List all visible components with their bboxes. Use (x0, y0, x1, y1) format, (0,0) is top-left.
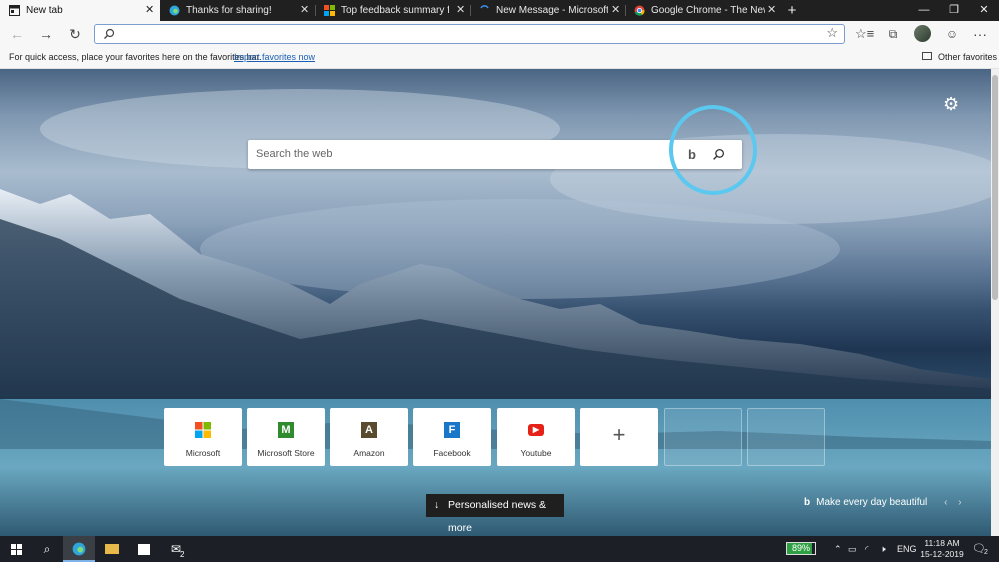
refresh-icon[interactable]: ↻ (66, 25, 84, 43)
close-tab-icon[interactable]: ✕ (611, 0, 620, 21)
tagline-text: Make every day beautiful (816, 497, 928, 508)
back-icon[interactable]: ← (8, 25, 26, 43)
loading-spinner-icon (480, 5, 489, 9)
previous-image-icon[interactable]: ‹ (944, 497, 947, 508)
mail-badge: 2 (180, 550, 185, 559)
quick-link-label: Microsoft Store (257, 448, 315, 458)
chrome-icon (634, 5, 645, 16)
add-quick-link-button[interactable]: + (580, 408, 658, 466)
more-menu-icon[interactable]: ··· (971, 25, 989, 43)
microsoft-logo-icon (195, 422, 211, 438)
quick-link-facebook[interactable]: F Facebook (413, 408, 491, 466)
collections-icon[interactable]: ⧉ (884, 25, 902, 43)
quick-link-amazon[interactable]: A Amazon (330, 408, 408, 466)
favorites-bar-message: For quick access, place your favorites h… (9, 52, 262, 62)
taskbar-edge-button[interactable] (63, 536, 95, 562)
start-button[interactable] (0, 536, 32, 562)
quick-link-label: Facebook (433, 448, 471, 458)
favorites-icon[interactable]: ☆≡ (855, 25, 874, 43)
tab-title: Google Chrome - The New Chro (651, 5, 765, 16)
clock[interactable]: 11:18 AM 15-12-2019 (920, 538, 964, 560)
store-bag-icon (138, 544, 150, 555)
windows-logo-icon (10, 544, 22, 555)
navigation-bar: ← → ↻ ☆ ☆≡ ⧉ ☺ ··· (0, 21, 999, 47)
clock-date: 15-12-2019 (920, 549, 964, 559)
tab-new-tab[interactable]: New tab ✕ (0, 0, 160, 21)
favorites-bar: For quick access, place your favorites h… (0, 47, 999, 69)
new-tab-button[interactable]: + (777, 0, 807, 21)
close-window-icon[interactable]: ✕ (969, 0, 999, 21)
restore-icon[interactable]: ❐ (939, 0, 969, 21)
microsoft-store-icon: M (278, 422, 294, 438)
forward-icon[interactable]: → (37, 25, 55, 43)
close-tab-icon[interactable]: ✕ (300, 0, 309, 21)
taskbar-store-button[interactable] (128, 536, 160, 562)
volume-muted-icon[interactable]: 🕨 (880, 536, 886, 562)
network-icon[interactable]: ◜ (865, 536, 869, 562)
search-icon (104, 28, 115, 39)
scrollbar-thumb[interactable] (992, 75, 998, 300)
background-image: ⚙ Search the web b Microsoft M Microsoft… (0, 69, 991, 536)
add-favorite-star-icon[interactable]: ☆ (826, 25, 838, 41)
tab-title: New tab (26, 5, 63, 16)
feedback-icon[interactable]: ☺ (943, 25, 961, 43)
bing-logo-icon: b (804, 497, 811, 508)
windows-taskbar: ⌕ ✉ 2 89% ⌃ ▭ ◜ 🕨 ENG 11:18 AM 15-12-201… (0, 536, 999, 562)
plus-icon: + (612, 422, 626, 447)
tab-new-message[interactable]: New Message - Microsoft Tech C ✕ (470, 0, 625, 21)
close-tab-icon[interactable]: ✕ (767, 0, 776, 21)
next-image-icon[interactable]: › (958, 497, 961, 508)
quick-link-label: Youtube (520, 448, 552, 458)
youtube-icon: ▶ (528, 424, 544, 436)
close-tab-icon[interactable]: ✕ (145, 0, 154, 21)
web-search-box[interactable]: Search the web b (248, 140, 742, 169)
clock-time: 11:18 AM (924, 538, 960, 548)
new-tab-icon (9, 5, 20, 16)
personalised-news-button[interactable]: ↓ Personalised news & more (426, 494, 564, 534)
tab-top-feedback[interactable]: Top feedback summary for Dece ✕ (315, 0, 470, 21)
edge-icon (72, 542, 86, 556)
battery-percent: 89% (791, 543, 810, 553)
quick-link-youtube[interactable]: ▶ Youtube (497, 408, 575, 466)
tab-title: Top feedback summary for Dece (341, 5, 449, 16)
edge-icon (169, 5, 180, 16)
avatar[interactable] (914, 25, 931, 42)
other-favorites[interactable]: Other favorites (938, 47, 997, 68)
empty-quick-link-slot (747, 408, 825, 466)
search-placeholder: Search the web (256, 148, 333, 160)
bing-image-tagline: b Make every day beautiful ‹ › (804, 497, 962, 508)
folder-icon (105, 544, 119, 554)
folder-icon (922, 52, 932, 60)
taskbar-file-explorer-button[interactable] (96, 536, 128, 562)
quick-link-microsoft[interactable]: Microsoft (164, 408, 242, 466)
tab-strip: New tab ✕ Thanks for sharing! ✕ Top feed… (0, 0, 999, 21)
microsoft-logo-icon (324, 5, 335, 16)
tab-title: Thanks for sharing! (186, 5, 272, 16)
address-bar[interactable]: ☆ (94, 24, 845, 44)
tray-chevron-icon[interactable]: ⌃ (834, 536, 842, 562)
quick-link-label: Amazon (353, 448, 385, 458)
notification-badge: 2 (984, 549, 988, 556)
amazon-icon: A (361, 422, 377, 438)
arrow-down-icon: ↓ (434, 499, 440, 511)
quick-link-microsoft-store[interactable]: M Microsoft Store (247, 408, 325, 466)
taskbar-search-icon[interactable]: ⌕ (31, 536, 63, 562)
facebook-icon: F (444, 422, 460, 438)
language-indicator[interactable]: ENG (897, 536, 917, 562)
battery-indicator[interactable]: 89% (786, 542, 816, 555)
settings-gear-icon[interactable]: ⚙ (943, 94, 959, 115)
quick-link-label: Microsoft (185, 448, 221, 458)
tab-google-chrome[interactable]: Google Chrome - The New Chro ✕ (625, 0, 782, 21)
battery-tray-icon[interactable]: ▭ (848, 536, 857, 562)
taskbar-mail-button[interactable]: ✉ 2 (160, 536, 192, 562)
minimize-icon[interactable]: — (909, 0, 939, 21)
close-tab-icon[interactable]: ✕ (456, 0, 465, 21)
tab-title: New Message - Microsoft Tech C (496, 5, 608, 16)
empty-quick-link-slot (664, 408, 742, 466)
import-favorites-link[interactable]: Import favorites now (234, 47, 315, 68)
news-button-label: Personalised news & more (448, 499, 547, 534)
tab-thanks[interactable]: Thanks for sharing! ✕ (160, 0, 315, 21)
